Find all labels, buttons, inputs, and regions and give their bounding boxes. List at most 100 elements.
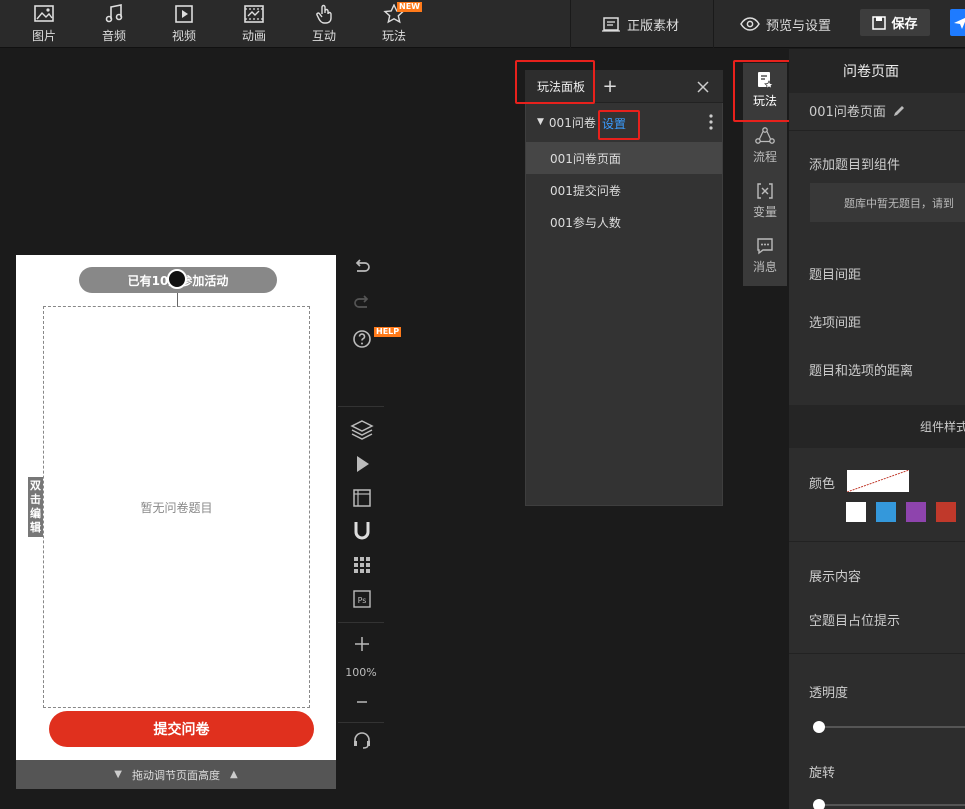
rotate-handle-line [177, 293, 178, 307]
component-name[interactable]: 001问卷页面 [809, 101, 906, 120]
undo-button[interactable] [348, 253, 376, 281]
photoshop-import-button[interactable]: Ps [348, 585, 376, 613]
add-play-button[interactable]: + [600, 74, 620, 98]
play-icon [357, 456, 369, 472]
film-frame-icon [353, 489, 371, 507]
minus-icon [357, 701, 367, 703]
pencil-icon[interactable] [892, 104, 906, 118]
close-icon [697, 81, 709, 93]
double-click-edit-tag[interactable]: 双击编辑 [28, 477, 43, 537]
tree-node-survey[interactable]: ▼ 001问卷 [537, 110, 596, 134]
zoom-out-button[interactable] [348, 688, 376, 716]
submit-survey-button[interactable]: 提交问卷 [49, 711, 314, 747]
tab-message[interactable]: 消息 [743, 229, 787, 283]
display-content-label: 展示内容 [809, 570, 862, 585]
tools-separator [338, 406, 384, 407]
zoom-level: 100% [345, 666, 377, 679]
tab-message-label: 消息 [752, 260, 777, 274]
play-preview-button[interactable] [348, 450, 376, 478]
variable-icon [757, 183, 773, 199]
rotation-label: 旋转 [809, 766, 836, 781]
panel-item-survey-page[interactable]: 001问卷页面 [526, 142, 722, 174]
grid-button[interactable] [348, 551, 376, 579]
tab-flow[interactable]: 流程 [743, 119, 787, 173]
toolbar-animation-button[interactable]: 动画 [224, 0, 284, 48]
hand-pointer-icon [316, 4, 332, 24]
empty-survey-text: 暂无问卷题目 [140, 500, 213, 515]
color-picker[interactable] [847, 470, 909, 492]
color-swatch-purple[interactable] [906, 502, 926, 522]
layers-button[interactable] [348, 416, 376, 444]
toolbar-animation-label: 动画 [241, 29, 266, 43]
component-style-section[interactable]: 组件样式 [789, 405, 965, 448]
animation-icon [244, 5, 264, 23]
tab-variable[interactable]: 变量 [743, 174, 787, 228]
triangle-down-icon: ▼ [114, 769, 122, 780]
music-icon [105, 4, 123, 23]
save-button[interactable]: 保存 [860, 9, 930, 36]
color-swatch-red[interactable] [936, 502, 956, 522]
toolbar-interact-label: 互动 [311, 29, 336, 43]
toolbar-play-button[interactable]: 玩法 NEW [364, 0, 424, 48]
frame-button[interactable] [348, 484, 376, 512]
color-label: 颜色 [809, 477, 836, 492]
image-icon [34, 5, 54, 22]
opacity-label: 透明度 [809, 686, 849, 701]
question-bank-hint-text: 题库中暂无题目，请到 [844, 196, 954, 210]
panel-item-participants[interactable]: 001参与人数 [526, 206, 722, 238]
annotation-highlight [515, 60, 595, 104]
question-bank-hint[interactable]: 题库中暂无题目，请到 [810, 183, 965, 222]
send-icon [954, 17, 965, 29]
resize-hint-text: 拖动调节页面高度 [132, 768, 220, 782]
svg-text:Ps: Ps [358, 596, 367, 605]
toolbar-audio-button[interactable]: 音频 [84, 0, 144, 48]
zoom-in-button[interactable] [348, 630, 376, 658]
properties-title: 问卷页面 [843, 64, 899, 80]
licensed-material-label: 正版素材 [627, 18, 680, 34]
customer-service-button[interactable] [348, 726, 376, 754]
empty-placeholder-label: 空题目占位提示 [809, 614, 901, 629]
question-spacing-label: 题目间距 [809, 268, 862, 283]
triangle-up-icon: ▲ [230, 769, 238, 780]
properties-divider [789, 130, 965, 131]
tools-separator [338, 622, 384, 623]
opacity-slider-track[interactable] [819, 726, 965, 728]
toolbar-interact-button[interactable]: 互动 [294, 0, 354, 48]
grid-icon [354, 557, 370, 573]
video-icon [175, 5, 193, 23]
plus-icon [355, 637, 369, 651]
properties-divider [789, 541, 965, 542]
redo-icon [354, 295, 369, 308]
caret-down-icon: ▼ [537, 117, 544, 127]
photoshop-icon: Ps [353, 590, 371, 608]
opacity-slider-handle[interactable] [813, 721, 825, 733]
preview-settings-link[interactable]: 预览与设置 [740, 0, 831, 48]
help-badge: HELP [374, 327, 402, 337]
message-icon [757, 238, 773, 255]
annotation-highlight [598, 110, 640, 140]
toolbar-video-button[interactable]: 视频 [154, 0, 214, 48]
color-swatch-blue[interactable] [876, 502, 896, 522]
more-menu-button[interactable] [706, 112, 716, 132]
panel-item-submit-survey[interactable]: 001提交问卷 [526, 174, 722, 206]
toolbar-video-label: 视频 [171, 29, 196, 43]
submit-survey-label: 提交问卷 [153, 722, 210, 738]
add-question-label: 添加题目到组件 [809, 158, 901, 173]
magnet-button[interactable] [348, 517, 376, 545]
toolbar-divider [570, 0, 571, 48]
help-button[interactable] [348, 325, 376, 353]
redo-button[interactable] [348, 289, 376, 317]
close-panel-button[interactable] [694, 76, 712, 98]
toolbar-image-label: 图片 [31, 29, 56, 43]
page-height-handle[interactable]: ▼ 拖动调节页面高度 ▲ [16, 760, 336, 789]
rotation-slider-track[interactable] [819, 804, 965, 806]
toolbar-image-button[interactable]: 图片 [14, 0, 74, 48]
publish-button[interactable] [950, 9, 965, 36]
toolbar-divider [713, 0, 714, 48]
survey-component[interactable]: 暂无问卷题目 [43, 306, 310, 708]
rotate-handle[interactable] [167, 269, 187, 289]
rotation-slider-handle[interactable] [813, 799, 825, 809]
licensed-material-link[interactable]: 正版素材 [601, 0, 679, 48]
color-swatch-white[interactable] [846, 502, 866, 522]
properties-divider [789, 653, 965, 654]
